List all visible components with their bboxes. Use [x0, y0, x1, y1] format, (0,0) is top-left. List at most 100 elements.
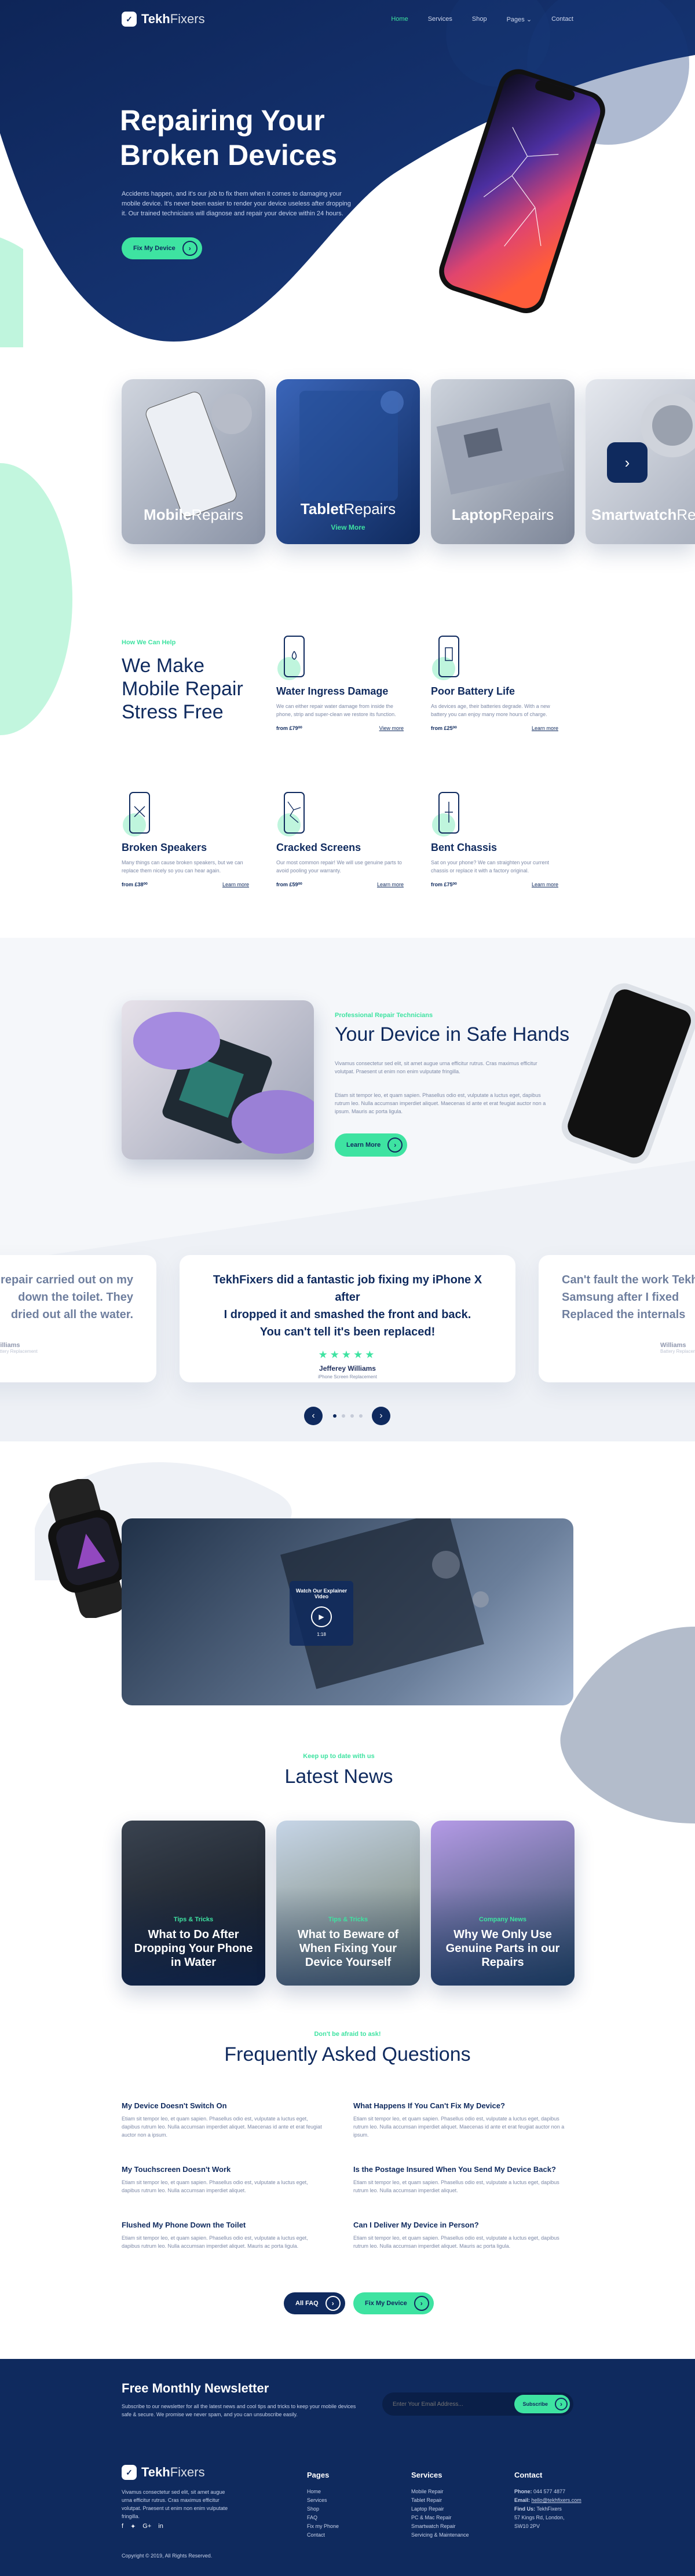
testimonial-quote: TekhFixers did a fantastic job fixing my… [203, 1271, 492, 1341]
nav-contact[interactable]: Contact [551, 16, 573, 23]
footer-link-faq[interactable]: FAQ [307, 2513, 339, 2522]
footer-link-mobile-repair[interactable]: Mobile Repair [411, 2487, 469, 2496]
service-item-battery: Poor Battery Life As devices age, their … [431, 634, 558, 732]
newsletter-email-input[interactable] [393, 2401, 497, 2408]
play-icon[interactable]: ▶ [311, 1606, 332, 1627]
hero-text: Accidents happen, and it's our job to fi… [122, 190, 351, 217]
footer-phone: Phone: 044 577 4877 [514, 2487, 581, 2496]
googleplus-icon[interactable]: G+ [142, 2523, 151, 2530]
faq-item-2[interactable]: What Happens If You Can't Fix My Device?… [353, 2101, 573, 2139]
fix-my-device-button[interactable]: Fix My Device › [122, 237, 202, 259]
nav-home[interactable]: Home [391, 16, 408, 23]
service-item-speakers: Broken Speakers Many things can cause br… [122, 790, 249, 888]
service-title: Water Ingress Damage [276, 685, 389, 697]
subscribe-button[interactable]: Subscribe › [514, 2395, 570, 2413]
footer-link-servicing[interactable]: Servicing & Maintenance [411, 2531, 469, 2540]
video-duration: 1:18 [317, 1632, 326, 1637]
footer-link-fix-my-phone[interactable]: Fix my Phone [307, 2522, 339, 2531]
nav-pages[interactable]: Pages ⌄ [507, 16, 532, 23]
twitter-icon[interactable]: ✦ [130, 2523, 136, 2530]
footer-about: Vivamus consectetur sed elit, sit amet a… [122, 2489, 228, 2519]
all-faq-button[interactable]: All FAQ › [284, 2292, 345, 2314]
nav-services[interactable]: Services [428, 16, 452, 23]
newsletter-form: Subscribe › [382, 2392, 573, 2416]
arrow-right-icon: › [325, 2296, 341, 2311]
nav-shop[interactable]: Shop [472, 16, 487, 23]
dot[interactable] [359, 1414, 363, 1418]
footer-email: Email: hello@tekhfixers.com [514, 2496, 581, 2505]
service-item-water: Water Ingress Damage We can either repai… [276, 634, 404, 732]
linkedin-icon[interactable]: in [158, 2523, 163, 2530]
footer-logo[interactable]: ✓ TekhFixers [122, 2465, 205, 2480]
footer-link-smartwatch-repair[interactable]: Smartwatch Repair [411, 2522, 469, 2531]
learn-more-button[interactable]: Learn More › [335, 1133, 408, 1157]
category-label: TabletRepairs [276, 500, 420, 518]
faq-item-4[interactable]: Is the Postage Insured When You Send My … [353, 2165, 573, 2195]
logo-text-light: Fixers [170, 2465, 205, 2479]
news-card-3[interactable]: Company News Why We Only Use Genuine Par… [431, 1821, 575, 1986]
footer-link-contact[interactable]: Contact [307, 2531, 339, 2540]
category-label-bold: Laptop [451, 506, 502, 523]
testimonial-next-button[interactable]: › [372, 1407, 390, 1425]
bent-chassis-icon [432, 792, 459, 836]
footer-link-laptop-repair[interactable]: Laptop Repair [411, 2505, 469, 2513]
testimonial-role: iPhone Screen Replacement [318, 1374, 377, 1379]
faq-item-5[interactable]: Flushed My Phone Down the Toilet Etiam si… [122, 2221, 327, 2250]
dot[interactable] [350, 1414, 354, 1418]
category-card-mobile[interactable]: MobileRepairs [122, 379, 265, 544]
testimonial-prev-button[interactable]: ‹ [304, 1407, 323, 1425]
faq-item-1[interactable]: My Device Doesn't Switch On Etiam sit tem… [122, 2101, 327, 2139]
nav-menu: Home Services Shop Pages ⌄ Contact [391, 16, 573, 23]
news-category: Company News [479, 1916, 526, 1923]
news-card-1[interactable]: Tips & Tricks What to Do After Dropping … [122, 1821, 265, 1986]
logo[interactable]: ✓ TekhFixers [122, 12, 205, 27]
phone-value[interactable]: 044 577 4877 [533, 2489, 565, 2494]
category-card-tablet[interactable]: TabletRepairs View More [276, 379, 420, 544]
footer-link-home[interactable]: Home [307, 2487, 339, 2496]
chevron-left-icon: ‹ [312, 1411, 315, 1421]
service-price: from £79⁰⁰ [276, 725, 302, 731]
category-card-laptop[interactable]: LaptopRepairs [431, 379, 575, 544]
arrow-right-icon: › [182, 241, 197, 256]
carousel-next-button[interactable]: › [607, 442, 648, 483]
news-title: Why We Only Use Genuine Parts in our Rep… [445, 1928, 560, 1969]
faq-eyebrow-text: Don't be afraid to ask! [314, 2031, 381, 2038]
battery-phone-icon [432, 636, 459, 680]
service-link[interactable]: Learn more [532, 725, 558, 732]
footer-link-services[interactable]: Services [307, 2496, 339, 2505]
service-link[interactable]: Learn more [532, 882, 558, 888]
service-price: from £38⁰⁰ [122, 882, 148, 887]
footer-link-pc-mac-repair[interactable]: PC & Mac Repair [411, 2513, 469, 2522]
service-price: from £75⁰⁰ [431, 882, 457, 887]
quote-line1: TekhFixers did a fantastic job fixing my… [213, 1274, 482, 1304]
footer-link-shop[interactable]: Shop [307, 2505, 339, 2513]
main-nav: ✓ TekhFixers Home Services Shop Pages ⌄ … [122, 12, 573, 27]
logo-text-bold: Tekh [141, 12, 170, 26]
category-label: SmartwatchRepairs [591, 506, 695, 524]
footer-link-tablet-repair[interactable]: Tablet Repair [411, 2496, 469, 2505]
dot[interactable] [342, 1414, 345, 1418]
facebook-icon[interactable]: f [122, 2523, 123, 2530]
service-text: We can either repair water damage from i… [276, 703, 396, 717]
faq-fix-device-button[interactable]: Fix My Device › [353, 2292, 434, 2314]
nav-pages-label: Pages [506, 16, 525, 23]
quote-line2: Samsung after I fixed [562, 1291, 679, 1304]
testimonial-name: Jefferey Williams [319, 1364, 376, 1373]
news-card-2[interactable]: Tips & Tricks What to Beware of When Fix… [276, 1821, 420, 1986]
all-faq-label: All FAQ [295, 2300, 319, 2307]
service-link[interactable]: Learn more [222, 882, 249, 888]
faq-item-6[interactable]: Can I Deliver My Device in Person? Etiam … [353, 2221, 573, 2250]
news-eyebrow: Keep up to date with us [0, 1753, 678, 1760]
dot-active[interactable] [333, 1414, 336, 1418]
view-more-link[interactable]: View More [276, 523, 420, 531]
video-overlay[interactable]: Watch Our Explainer Video ▶ 1:18 [290, 1581, 353, 1646]
testimonial-card-left: repair carried out on my down the toilet.… [0, 1255, 156, 1382]
explainer-video[interactable]: Watch Our Explainer Video ▶ 1:18 [122, 1518, 573, 1705]
service-footer: from £25⁰⁰ Learn more [431, 725, 558, 732]
service-link[interactable]: Learn more [377, 882, 404, 888]
service-link[interactable]: View more [379, 725, 404, 732]
email-value[interactable]: hello@tekhfixers.com [532, 2497, 581, 2503]
faq-item-3[interactable]: My Touchscreen Doesn't Work Etiam sit tem… [122, 2165, 327, 2195]
video-label: Watch Our Explainer Video [295, 1588, 348, 1599]
footer-pages-title: Pages [307, 2471, 330, 2479]
